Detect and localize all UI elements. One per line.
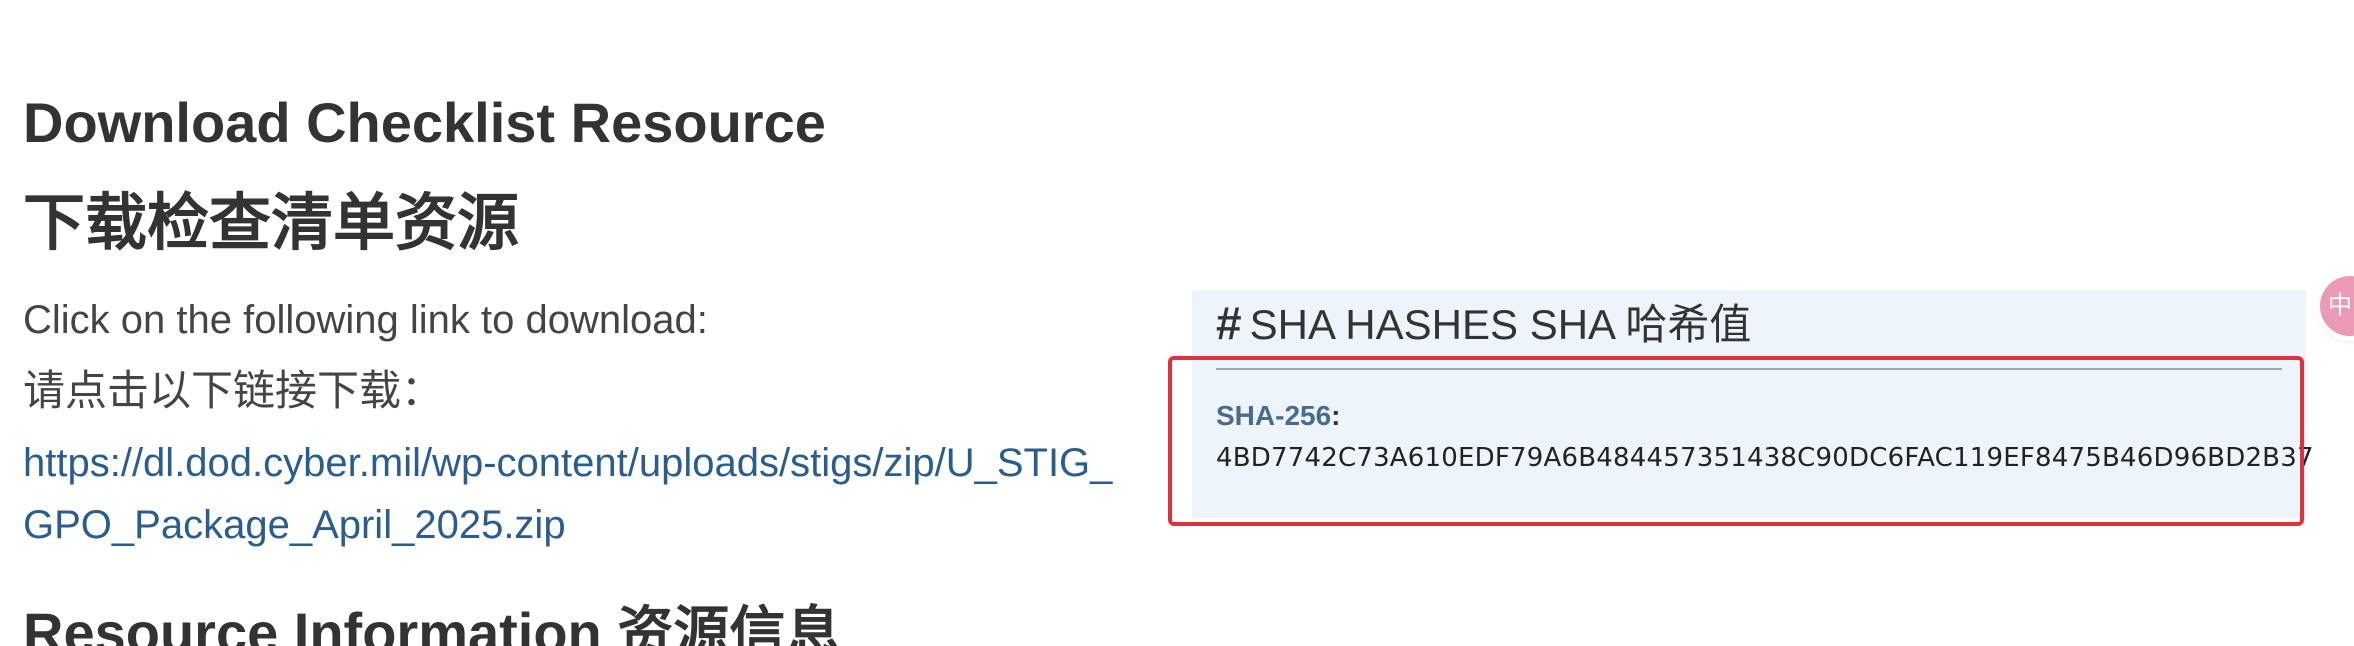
- instruction-en: Click on the following link to download:: [23, 298, 708, 342]
- page: Download Checklist Resource 下载检查清单资源 Cli…: [0, 0, 2354, 646]
- download-link[interactable]: https://dl.dod.cyber.mil/wp-content/uplo…: [23, 432, 1133, 556]
- translate-widget-icon[interactable]: 中: [2320, 276, 2354, 336]
- sha-type-label: SHA-256:: [1216, 398, 1341, 434]
- sha-type-name: SHA-256: [1216, 400, 1332, 431]
- instruction-zh: 请点击以下链接下载：: [23, 367, 444, 414]
- hash-icon: #: [1216, 297, 1242, 349]
- heading-resource-information: Resource Information 资源信息: [23, 601, 842, 646]
- sha-hashes-title-text: SHA HASHES SHA 哈希值: [1249, 301, 1752, 348]
- translate-widget-label: 中: [2328, 292, 2352, 319]
- heading-download-en: Download Checklist Resource: [23, 91, 826, 154]
- sha-hashes-box: # SHA HASHES SHA 哈希值 SHA-256: 4BD7742C73A…: [1192, 290, 2314, 518]
- sha-type-colon: :: [1331, 400, 1341, 431]
- sha256-hash-value[interactable]: 4BD7742C73A610EDF79A6B484457351438C90DC6…: [1216, 440, 2314, 476]
- sha-hashes-title: # SHA HASHES SHA 哈希值: [1216, 290, 1751, 356]
- divider: [1216, 368, 2282, 370]
- heading-download-zh: 下载检查清单资源: [23, 189, 520, 258]
